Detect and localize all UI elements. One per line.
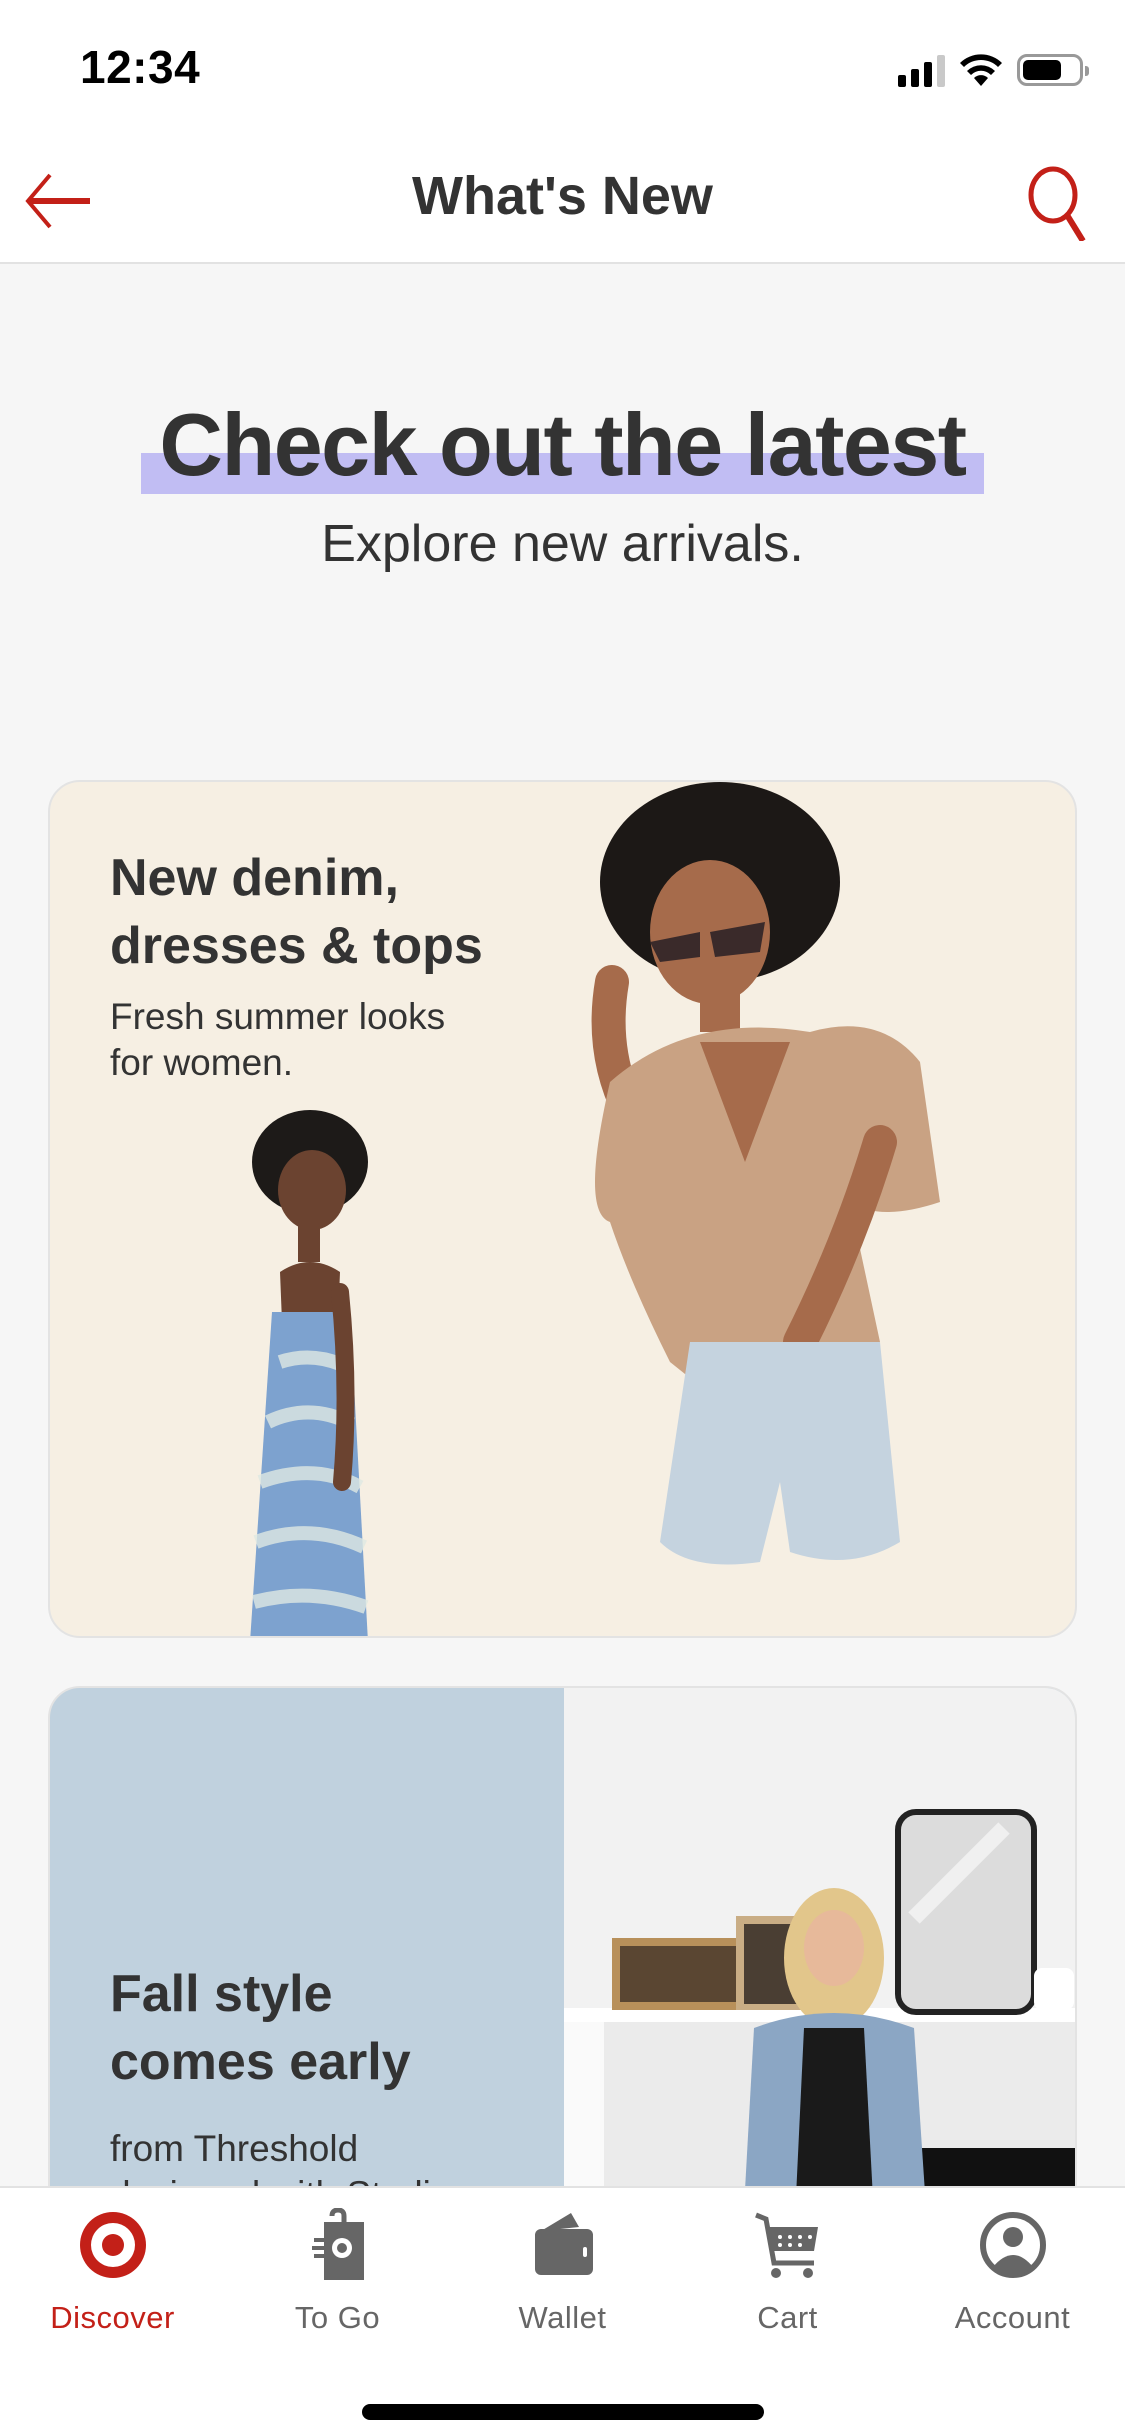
wifi-icon (960, 54, 1002, 86)
hero-title: Check out the latest (141, 394, 984, 496)
target-bullseye-icon (79, 2212, 146, 2278)
cellular-signal-icon (898, 53, 945, 87)
tab-label: Wallet (518, 2300, 607, 2335)
cart-icon (754, 2212, 818, 2278)
shopping-bag-icon (311, 2208, 364, 2280)
tab-label: Cart (757, 2300, 818, 2335)
tab-wallet[interactable]: Wallet (450, 2188, 675, 2348)
status-icons (898, 50, 1089, 90)
card-heading: Fall style comes early (110, 1965, 411, 2091)
tab-label: Account (954, 2300, 1071, 2335)
photo-woman-satin-top-denim-shorts (591, 782, 940, 1565)
card-body: Fresh summer looks for women. (110, 996, 446, 1083)
home-indicator[interactable] (362, 2404, 764, 2420)
page-title: What's New (412, 166, 713, 226)
tab-label: To Go (294, 2300, 381, 2335)
tab-discover[interactable]: Discover (0, 2188, 225, 2348)
status-bar: 12:34 (0, 0, 1125, 135)
wallet-icon (534, 2213, 593, 2275)
search-icon (1028, 166, 1086, 243)
battery-icon (1017, 54, 1089, 86)
status-time: 12:34 (80, 41, 201, 93)
search-button[interactable] (1017, 161, 1097, 243)
tab-to-go[interactable]: To Go (225, 2188, 450, 2348)
tab-account[interactable]: Account (900, 2188, 1125, 2348)
account-icon (979, 2212, 1046, 2278)
tab-cart[interactable]: Cart (675, 2188, 900, 2348)
photo-woman-tie-dye-dress (250, 1110, 369, 1636)
nav-header: What's New (0, 135, 1125, 264)
promo-card-denim-dresses-tops[interactable]: New denim, dresses & tops Fresh summer l… (48, 780, 1077, 1638)
hero-section: Check out the latest Explore new arrival… (0, 266, 1125, 726)
hero-subtitle: Explore new arrivals. (321, 515, 804, 573)
tab-bar: Discover To Go Wallet Cart Account (0, 2186, 1125, 2436)
tab-label: Discover (50, 2300, 175, 2335)
card-heading: New denim, dresses & tops (110, 849, 483, 975)
